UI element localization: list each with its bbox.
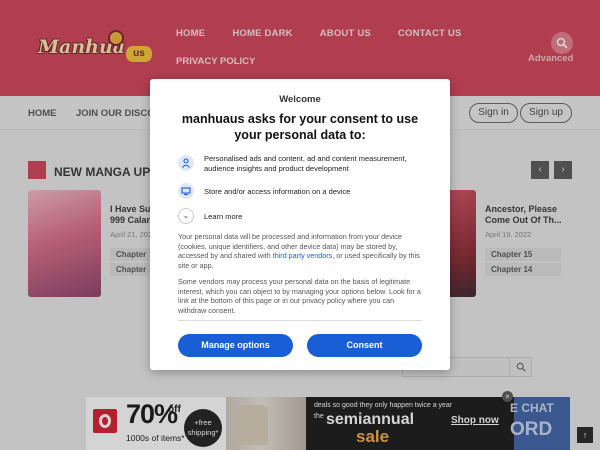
consent-heading: manhuaus asks for your consent to use yo… <box>181 112 419 142</box>
learn-more-toggle[interactable]: Learn more <box>204 212 242 221</box>
consent-paragraph-1: Your personal data will be processed and… <box>178 232 423 270</box>
consent-purpose-storage: Store and/or access information on a dev… <box>204 187 351 196</box>
chevron-down-icon[interactable]: ⌄ <box>178 208 194 224</box>
manage-options-button[interactable]: Manage options <box>178 334 293 357</box>
third-party-vendors-link[interactable]: third party vendors <box>273 251 333 260</box>
consent-divider <box>178 320 422 321</box>
consent-button[interactable]: Consent <box>307 334 422 357</box>
consent-dialog: Welcome manhuaus asks for your consent t… <box>150 79 450 370</box>
person-icon <box>178 155 194 171</box>
device-icon <box>178 183 194 199</box>
consent-paragraph-2: Some vendors may process your personal d… <box>178 277 421 315</box>
consent-purpose-ads: Personalised ads and content, ad and con… <box>204 154 407 173</box>
consent-welcome: Welcome <box>279 94 321 105</box>
